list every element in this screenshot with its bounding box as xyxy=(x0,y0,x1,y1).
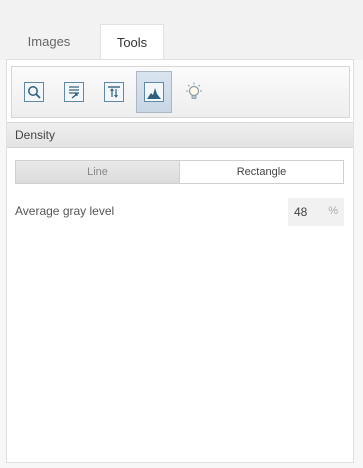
average-gray-level-value-box: 48 % xyxy=(288,198,344,226)
density-tool-button[interactable] xyxy=(136,71,172,113)
tools-panel: Density Line Rectangle Average gray leve… xyxy=(6,59,354,463)
tab-tools[interactable]: Tools xyxy=(100,24,164,60)
average-gray-level-label: Average gray level xyxy=(15,204,115,218)
average-gray-level-row: Average gray level 48 % xyxy=(15,198,344,226)
side-panel: Images Tools Density Line Rectangle Aver… xyxy=(0,0,363,468)
mode-toggle: Line Rectangle xyxy=(15,160,344,184)
mode-option-line[interactable]: Line xyxy=(16,161,180,183)
zoom-select-tool-button[interactable] xyxy=(16,71,52,113)
tab-images[interactable]: Images xyxy=(6,24,92,60)
percent-unit: % xyxy=(328,205,338,217)
light-bulb-icon xyxy=(186,82,202,99)
align-top-icon xyxy=(104,82,124,102)
zoom-select-icon xyxy=(24,82,44,102)
export-profile-tool-button[interactable] xyxy=(56,71,92,113)
tool-strip xyxy=(11,66,350,118)
mode-option-rectangle[interactable]: Rectangle xyxy=(180,161,343,183)
tab-bar: Images Tools xyxy=(0,0,363,60)
export-profile-icon xyxy=(64,82,84,102)
section-header-density: Density xyxy=(7,122,353,148)
average-gray-level-value: 48 xyxy=(294,205,308,219)
align-top-tool-button[interactable] xyxy=(96,71,132,113)
light-tool-button[interactable] xyxy=(176,71,212,113)
density-histogram-icon xyxy=(144,82,164,102)
